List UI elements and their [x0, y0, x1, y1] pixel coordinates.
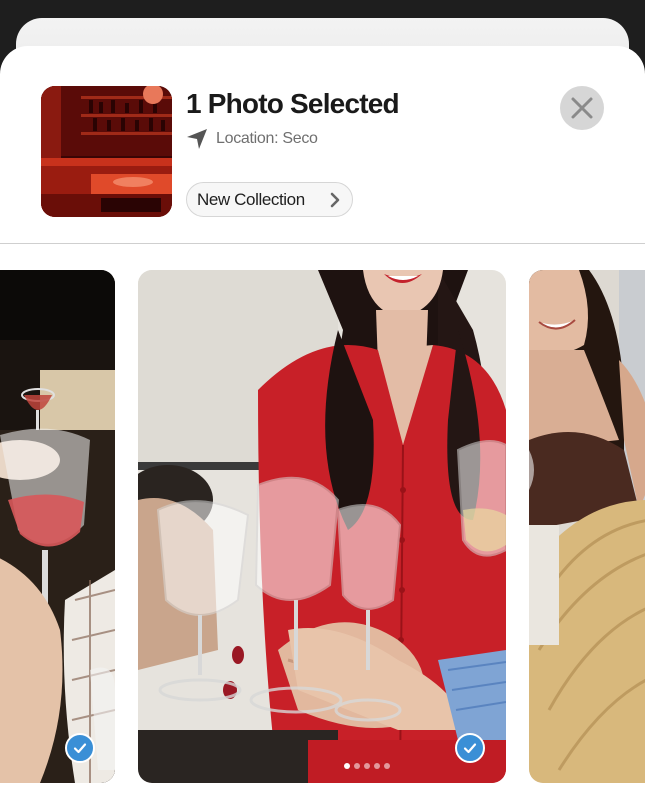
- photo-previous[interactable]: [0, 270, 115, 783]
- location-row: Location: Seco: [186, 128, 318, 150]
- checkmark-icon: [73, 743, 87, 754]
- page-dot-5[interactable]: [384, 763, 390, 769]
- page-title: 1 Photo Selected: [186, 88, 400, 119]
- carousel-page-indicator[interactable]: [344, 763, 390, 769]
- page-dot-4[interactable]: [374, 763, 380, 769]
- location-arrow-icon: [187, 129, 207, 149]
- share-sheet: 1 Photo Selected Location: Seco New Coll…: [0, 46, 645, 806]
- page-dot-3[interactable]: [364, 763, 370, 769]
- header-divider: [0, 243, 645, 244]
- close-button[interactable]: [560, 86, 604, 130]
- new-collection-button[interactable]: New Collection: [186, 182, 353, 217]
- selected-photo-thumbnail: [41, 86, 172, 217]
- chevron-right-icon: [330, 192, 340, 208]
- checkmark-icon: [463, 743, 477, 754]
- photo-next[interactable]: [529, 270, 645, 783]
- new-collection-label: New Collection: [197, 189, 305, 209]
- location-label: Location: Seco: [216, 130, 318, 147]
- close-icon: [571, 97, 593, 119]
- page-dot-2[interactable]: [354, 763, 360, 769]
- photo-current[interactable]: [138, 270, 506, 783]
- photo-current-selected-checkmark[interactable]: [455, 733, 485, 763]
- screen: 1 Photo Selected Location: Seco New Coll…: [0, 0, 645, 806]
- page-dot-1[interactable]: [344, 763, 350, 769]
- photo-previous-selected-checkmark[interactable]: [65, 733, 95, 763]
